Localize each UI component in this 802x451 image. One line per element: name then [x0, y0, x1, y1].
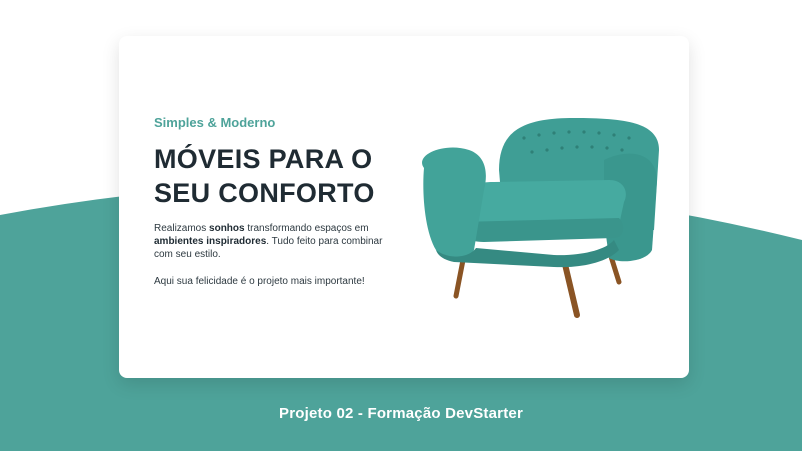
desc-text-2: transformando espaços em [244, 223, 369, 234]
hero-card: Simples & Moderno MÓVEIS PARA O SEU CONF… [119, 36, 689, 378]
footer-caption: Projeto 02 - Formação DevStarter [279, 405, 523, 422]
hero-description: Realizamos sonhos transformando espaços … [154, 222, 404, 261]
headline-line-2: SEU CONFORTO [154, 178, 375, 208]
hero-tagline: Aqui sua felicidade é o projeto mais imp… [154, 276, 365, 287]
armchair-icon [422, 118, 659, 318]
desc-bold-sonhos: sonhos [209, 223, 245, 234]
headline-line-1: MÓVEIS PARA O [154, 144, 373, 174]
desc-text-1: Realizamos [154, 223, 210, 234]
hero-eyebrow: Simples & Moderno [154, 115, 276, 130]
hero-text: Simples & Moderno MÓVEIS PARA O SEU CONF… [154, 114, 404, 288]
hero-headline: MÓVEIS PARA O SEU CONFORTO [154, 142, 404, 210]
desc-bold-ambientes: ambientes inspiradores [154, 236, 267, 247]
